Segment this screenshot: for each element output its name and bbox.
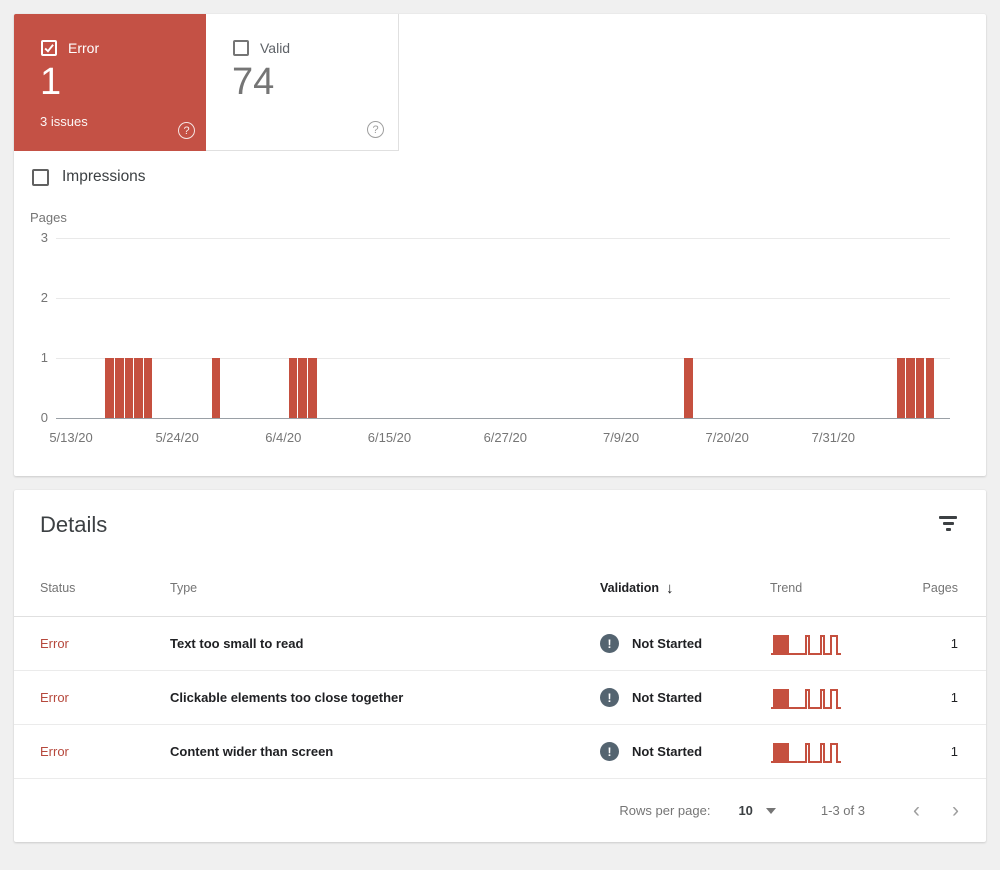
validation-header-label: Validation [600, 581, 660, 595]
row-pages-count: 1 [950, 744, 958, 759]
impressions-label: Impressions [62, 168, 146, 185]
x-tick-label: 7/31/20 [811, 430, 856, 445]
chart-bar[interactable] [925, 358, 935, 418]
chart-bar[interactable] [115, 358, 124, 418]
column-header-status[interactable]: Status [40, 581, 170, 595]
row-issue-type: Content wider than screen [170, 744, 334, 759]
chart-bar[interactable] [211, 358, 220, 418]
valid-summary-card[interactable]: Valid 74 ? [206, 14, 399, 151]
table-row[interactable]: Error Content wider than screen ! Not St… [14, 725, 986, 779]
column-header-type[interactable]: Type [170, 581, 600, 595]
trend-sparkline [770, 683, 890, 713]
table-pagination: Rows per page: 10 1-3 of 3 ‹ › [14, 779, 986, 842]
impressions-checkbox[interactable] [32, 168, 49, 186]
previous-page-button[interactable]: ‹ [911, 800, 922, 821]
y-tick-label: 3 [40, 230, 48, 245]
table-row[interactable]: Error Clickable elements too close toget… [14, 671, 986, 725]
details-title: Details [40, 512, 108, 537]
sort-descending-icon: ↓ [666, 579, 674, 597]
y-tick-label: 2 [40, 290, 48, 305]
row-pages-count: 1 [950, 636, 958, 651]
chart-y-axis-title: Pages [30, 210, 67, 225]
chart-bar[interactable] [124, 358, 134, 418]
pagination-range: 1-3 of 3 [820, 803, 865, 818]
column-header-validation[interactable]: Validation ↓ [600, 580, 770, 597]
help-icon[interactable]: ? [367, 121, 384, 138]
chart-plot [56, 238, 950, 418]
x-tick-label: 6/4/20 [265, 430, 302, 445]
details-panel: Details Status Type Validation ↓ Trend P… [14, 490, 986, 842]
x-tick-label: 7/9/20 [602, 430, 640, 445]
valid-checkbox[interactable] [233, 40, 249, 56]
chart-bar[interactable] [298, 358, 307, 418]
rows-per-page-select[interactable]: 10 [738, 803, 776, 818]
x-tick-label: 6/27/20 [483, 430, 527, 445]
chart-bar[interactable] [906, 358, 915, 418]
x-tick-label: 6/15/20 [367, 430, 412, 445]
chart-bar[interactable] [105, 358, 114, 418]
row-validation-status: Not Started [632, 690, 703, 705]
row-validation-status: Not Started [632, 744, 703, 759]
check-icon [44, 44, 54, 53]
chart-x-axis: 5/13/20 5/24/20 6/4/20 6/15/20 6/27/20 7/9/20… [49, 430, 950, 450]
x-tick-label: 7/20/20 [705, 430, 749, 445]
next-page-button[interactable]: › [950, 800, 961, 821]
chart-bar[interactable] [308, 358, 317, 418]
help-icon[interactable]: ? [178, 122, 195, 139]
x-axis-line [56, 418, 950, 419]
row-pages-count: 1 [950, 690, 958, 705]
trend-sparkline [770, 629, 890, 659]
not-started-badge-icon: ! [600, 688, 619, 707]
error-count: 1 [40, 61, 62, 103]
mobile-usability-report-panel: Error 1 3 issues ? Valid 74 ? Impression… [14, 14, 986, 476]
x-tick-label: 5/13/20 [49, 430, 93, 445]
chart-bar[interactable] [288, 358, 298, 418]
y-tick-label: 1 [40, 350, 48, 365]
trend-sparkline [770, 737, 890, 767]
column-header-trend[interactable]: Trend [770, 581, 890, 595]
rows-per-page-value: 10 [738, 803, 753, 818]
chart-bar[interactable] [896, 358, 906, 418]
column-header-pages[interactable]: Pages [890, 581, 986, 595]
not-started-badge-icon: ! [600, 742, 619, 761]
table-header-row: Status Type Validation ↓ Trend Pages [14, 560, 986, 617]
row-issue-type: Text too small to read [170, 636, 304, 651]
valid-card-header: Valid [233, 40, 290, 56]
row-status: Error [40, 744, 69, 759]
y-tick-label: 0 [40, 410, 48, 425]
dropdown-arrow-icon [765, 807, 776, 814]
table-row[interactable]: Error Text too small to read ! Not Start… [14, 617, 986, 671]
rows-per-page-label: Rows per page: [619, 803, 711, 818]
x-tick-label: 5/24/20 [155, 430, 199, 445]
error-checkbox[interactable] [41, 40, 57, 56]
row-status: Error [40, 636, 69, 651]
row-issue-type: Clickable elements too close together [170, 690, 404, 705]
error-issues-count: 3 issues [40, 114, 88, 129]
chart-bar[interactable] [143, 358, 153, 418]
row-validation-status: Not Started [632, 636, 703, 651]
error-card-header: Error [41, 40, 99, 56]
valid-card-label: Valid [260, 40, 291, 56]
not-started-badge-icon: ! [600, 634, 619, 653]
error-card-label: Error [68, 40, 100, 56]
chart-bar[interactable] [684, 358, 693, 418]
filter-icon[interactable] [936, 514, 960, 536]
chart-bar[interactable] [915, 358, 925, 418]
chart-bar[interactable] [134, 358, 143, 418]
error-summary-card[interactable]: Error 1 3 issues ? [14, 14, 206, 151]
impressions-toggle[interactable]: Impressions [32, 168, 146, 186]
row-status: Error [40, 690, 69, 705]
valid-count: 74 [232, 61, 275, 103]
